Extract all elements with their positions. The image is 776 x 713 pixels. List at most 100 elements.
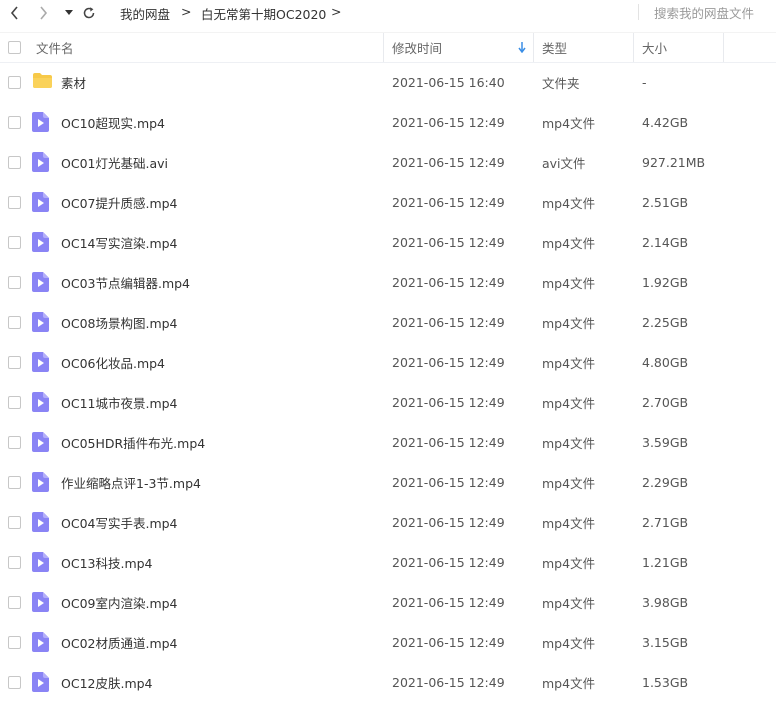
caret-down-icon [65,10,73,15]
file-name[interactable]: OC08场景构图.mp4 [61,302,178,342]
file-row[interactable]: OC07提升质感.mp4 2021-06-15 12:49 mp4文件 2.51GB [0,182,776,222]
row-checkbox[interactable] [8,676,21,689]
file-modified-time: 2021-06-15 12:49 [392,474,505,490]
file-row[interactable]: 作业缩略点评1-3节.mp4 2021-06-15 12:49 mp4文件 2.29G… [0,462,776,502]
select-all-checkbox[interactable] [8,41,21,54]
file-type: mp4文件 [542,675,596,691]
row-checkbox[interactable] [8,596,21,609]
row-checkbox[interactable] [8,76,21,89]
row-checkbox[interactable] [8,316,21,329]
row-checkbox[interactable] [8,636,21,649]
column-divider[interactable] [383,33,384,62]
row-checkbox[interactable] [8,196,21,209]
video-file-icon [32,112,49,135]
video-file-icon [32,312,49,335]
breadcrumb-current-folder[interactable]: 白无常第十期OC2020 [201,4,326,23]
file-size: 2.70GB [642,394,689,410]
row-checkbox[interactable] [8,516,21,529]
file-name[interactable]: OC06化妆品.mp4 [61,342,165,382]
video-file-icon [32,472,49,495]
file-name[interactable]: OC09室内渲染.mp4 [61,582,178,622]
file-name[interactable]: OC12皮肤.mp4 [61,662,153,702]
file-size: 1.92GB [642,274,689,290]
refresh-button[interactable] [78,3,100,23]
row-checkbox[interactable] [8,356,21,369]
file-modified-time: 2021-06-15 12:49 [392,114,505,130]
file-row[interactable]: OC02材质通道.mp4 2021-06-15 12:49 mp4文件 3.15GB [0,622,776,662]
file-row[interactable]: OC09室内渲染.mp4 2021-06-15 12:49 mp4文件 3.98GB [0,582,776,622]
file-name[interactable]: OC07提升质感.mp4 [61,182,178,222]
file-size: 3.15GB [642,634,689,650]
row-checkbox[interactable] [8,276,21,289]
divider [638,4,639,20]
row-checkbox[interactable] [8,436,21,449]
file-name[interactable]: OC04写实手表.mp4 [61,502,178,542]
file-row[interactable]: OC14写实渲染.mp4 2021-06-15 12:49 mp4文件 2.14GB [0,222,776,262]
file-size: 1.21GB [642,554,689,570]
video-file-icon [32,432,49,455]
file-modified-time: 2021-06-15 12:49 [392,194,505,210]
file-row[interactable]: OC13科技.mp4 2021-06-15 12:49 mp4文件 1.21GB [0,542,776,582]
column-header-modified[interactable]: 修改时间 [392,33,532,62]
row-checkbox[interactable] [8,556,21,569]
file-row[interactable]: OC11城市夜景.mp4 2021-06-15 12:49 mp4文件 2.70GB [0,382,776,422]
file-modified-time: 2021-06-15 12:49 [392,154,505,170]
file-type: mp4文件 [542,435,596,451]
file-name[interactable]: OC14写实渲染.mp4 [61,222,178,262]
file-name[interactable]: OC13科技.mp4 [61,542,153,582]
sort-descending-icon[interactable] [518,42,526,53]
folder-icon [32,72,53,92]
file-name[interactable]: OC11城市夜景.mp4 [61,382,178,422]
row-checkbox[interactable] [8,476,21,489]
chevron-left-icon [10,6,18,20]
file-type: mp4文件 [542,195,596,211]
row-checkbox[interactable] [8,116,21,129]
file-row[interactable]: OC04写实手表.mp4 2021-06-15 12:49 mp4文件 2.71GB [0,502,776,542]
file-name[interactable]: OC03节点编辑器.mp4 [61,262,190,302]
video-file-icon [32,392,49,415]
file-type: mp4文件 [542,515,596,531]
video-file-icon [32,672,49,695]
search-input[interactable] [654,4,772,22]
column-divider[interactable] [633,33,634,62]
file-modified-time: 2021-06-15 12:49 [392,434,505,450]
file-row[interactable]: OC08场景构图.mp4 2021-06-15 12:49 mp4文件 2.25GB [0,302,776,342]
file-name[interactable]: OC10超现实.mp4 [61,102,165,142]
file-row[interactable]: OC01灯光基础.avi 2021-06-15 12:49 avi文件 927.21M… [0,142,776,182]
column-divider[interactable] [533,33,534,62]
column-header-name[interactable]: 文件名 [36,33,382,62]
file-modified-time: 2021-06-15 12:49 [392,514,505,530]
file-name[interactable]: OC01灯光基础.avi [61,142,168,182]
file-type: avi文件 [542,155,586,171]
file-modified-time: 2021-06-15 12:49 [392,314,505,330]
file-row[interactable]: OC06化妆品.mp4 2021-06-15 12:49 mp4文件 4.80GB [0,342,776,382]
forward-button[interactable] [32,3,54,23]
history-dropdown-button[interactable] [58,3,80,23]
row-checkbox[interactable] [8,396,21,409]
breadcrumb-root[interactable]: 我的网盘 [120,4,170,23]
file-type: mp4文件 [542,555,596,571]
refresh-icon [83,7,95,19]
file-row[interactable]: OC05HDR插件布光.mp4 2021-06-15 12:49 mp4文件 3.59… [0,422,776,462]
column-header-name-label: 文件名 [36,41,74,56]
video-file-icon [32,272,49,295]
video-file-icon [32,592,49,615]
file-row[interactable]: OC03节点编辑器.mp4 2021-06-15 12:49 mp4文件 1.92GB [0,262,776,302]
column-header-type-label: 类型 [542,41,568,56]
file-name[interactable]: OC02材质通道.mp4 [61,622,178,662]
video-file-icon [32,352,49,375]
file-name[interactable]: OC05HDR插件布光.mp4 [61,422,205,462]
back-button[interactable] [4,3,26,23]
column-header-type[interactable]: 类型 [542,33,632,62]
column-header-size[interactable]: 大小 [642,33,722,62]
file-name[interactable]: 作业缩略点评1-3节.mp4 [61,462,201,502]
file-type: mp4文件 [542,275,596,291]
file-row[interactable]: 素材 2021-06-15 16:40 文件夹 - [0,62,776,102]
file-row[interactable]: OC10超现实.mp4 2021-06-15 12:49 mp4文件 4.42GB [0,102,776,142]
row-checkbox[interactable] [8,156,21,169]
file-name[interactable]: 素材 [61,62,86,102]
row-checkbox[interactable] [8,236,21,249]
file-row[interactable]: OC12皮肤.mp4 2021-06-15 12:49 mp4文件 1.53GB [0,662,776,702]
column-divider[interactable] [723,33,724,62]
file-type: mp4文件 [542,595,596,611]
